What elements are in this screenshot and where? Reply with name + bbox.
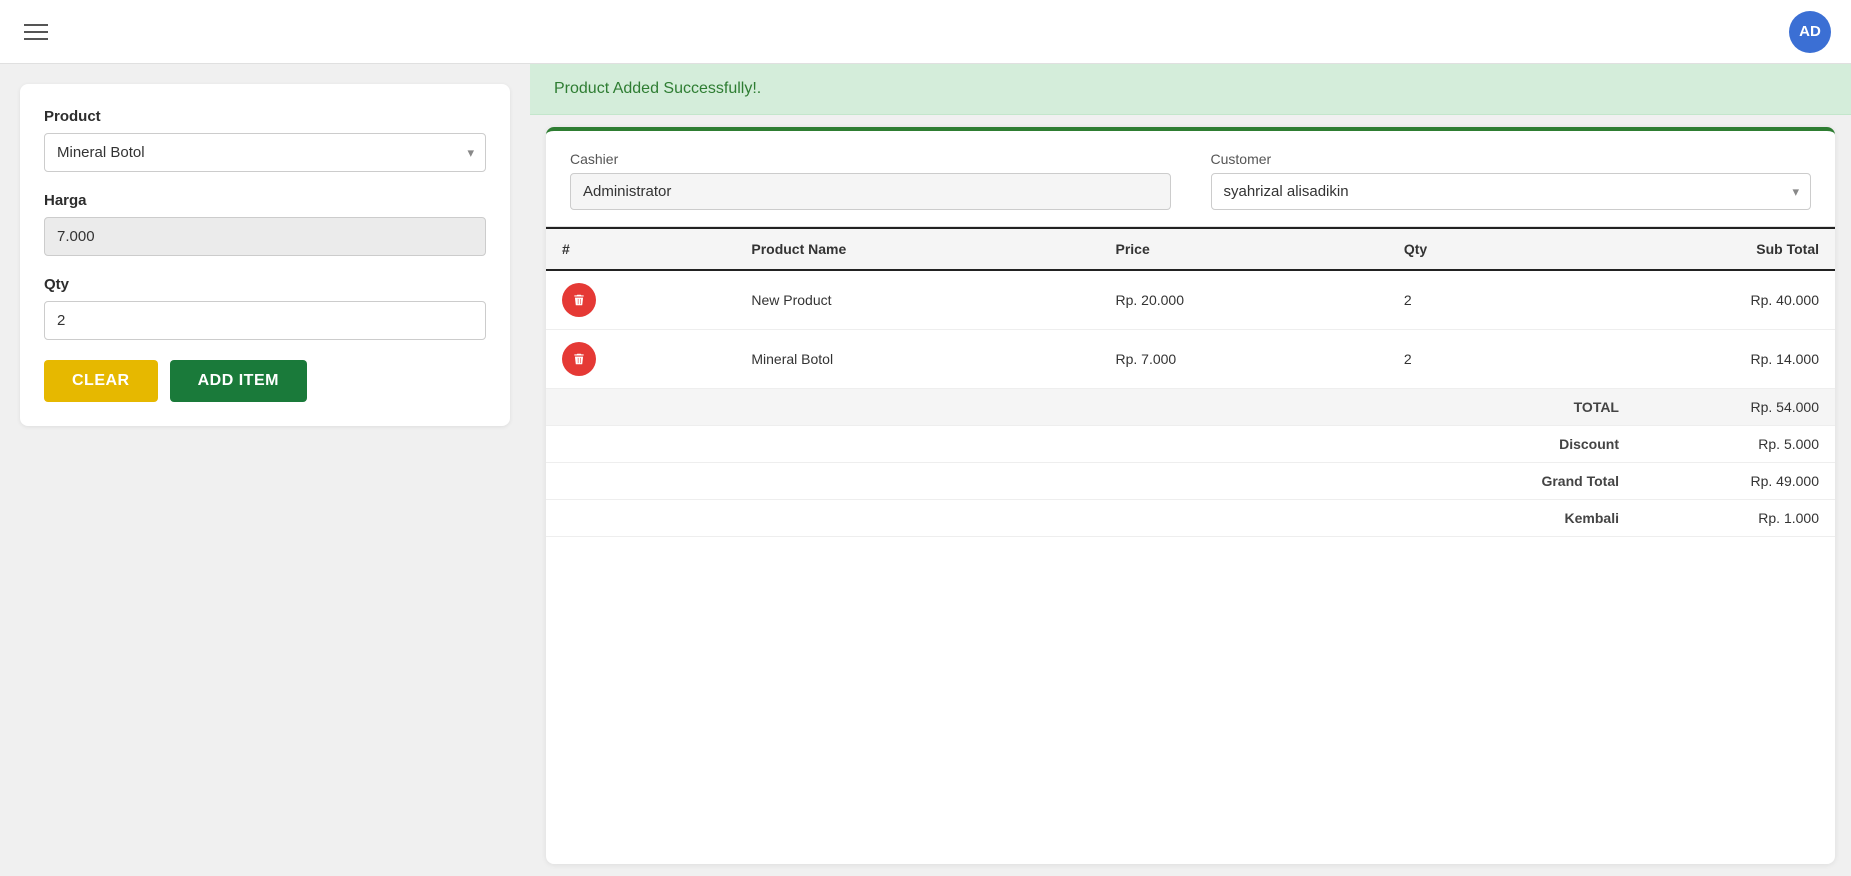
navbar: AD <box>0 0 1851 64</box>
qty-input[interactable] <box>44 301 486 340</box>
kembali-row: Kembali Rp. 1.000 <box>546 500 1835 537</box>
kembali-label: Kembali <box>1499 510 1619 526</box>
discount-value: Rp. 5.000 <box>1699 436 1819 452</box>
kembali-value: Rp. 1.000 <box>1699 510 1819 526</box>
total-value: Rp. 54.000 <box>1699 399 1819 415</box>
row1-delete-cell <box>546 270 735 330</box>
cashier-input <box>570 173 1171 210</box>
top-row: Cashier Customer syahrizal alisadikin ▾ <box>546 131 1835 227</box>
hamburger-menu-icon[interactable] <box>20 20 52 44</box>
col-header-qty: Qty <box>1388 228 1547 270</box>
product-select-wrapper: Mineral Botol ▾ <box>44 133 486 172</box>
harga-label: Harga <box>44 192 486 209</box>
total-label: TOTAL <box>1499 399 1619 415</box>
col-header-subtotal: Sub Total <box>1547 228 1835 270</box>
grand-total-value: Rp. 49.000 <box>1699 473 1819 489</box>
product-group: Product Mineral Botol ▾ <box>44 108 486 172</box>
row2-subtotal: Rp. 14.000 <box>1547 330 1835 389</box>
grand-total-label: Grand Total <box>1499 473 1619 489</box>
col-header-product-name: Product Name <box>735 228 1099 270</box>
trash-icon <box>572 352 586 366</box>
order-card: Cashier Customer syahrizal alisadikin ▾ <box>546 127 1835 864</box>
total-row: TOTAL Rp. 54.000 <box>546 389 1835 426</box>
add-item-button[interactable]: ADD ITEM <box>170 360 307 402</box>
discount-label: Discount <box>1499 436 1619 452</box>
table-header-row: # Product Name Price Qty Sub Total <box>546 228 1835 270</box>
qty-group: Qty <box>44 276 486 340</box>
button-row: CLEAR ADD ITEM <box>44 360 486 402</box>
qty-label: Qty <box>44 276 486 293</box>
cashier-group: Cashier <box>570 151 1171 210</box>
row1-product-name: New Product <box>735 270 1099 330</box>
order-table: # Product Name Price Qty Sub Total <box>546 227 1835 389</box>
table-row: Mineral Botol Rp. 7.000 2 Rp. 14.000 <box>546 330 1835 389</box>
row2-price: Rp. 7.000 <box>1100 330 1388 389</box>
harga-group: Harga <box>44 192 486 256</box>
row1-subtotal: Rp. 40.000 <box>1547 270 1835 330</box>
avatar[interactable]: AD <box>1789 11 1831 53</box>
product-select[interactable]: Mineral Botol <box>44 133 486 172</box>
row1-price: Rp. 20.000 <box>1100 270 1388 330</box>
customer-select[interactable]: syahrizal alisadikin <box>1211 173 1812 210</box>
customer-group: Customer syahrizal alisadikin ▾ <box>1211 151 1812 210</box>
table-row: New Product Rp. 20.000 2 Rp. 40.000 <box>546 270 1835 330</box>
trash-icon <box>572 293 586 307</box>
row1-qty: 2 <box>1388 270 1547 330</box>
form-card: Product Mineral Botol ▾ Harga Qty <box>20 84 510 426</box>
discount-row: Discount Rp. 5.000 <box>546 426 1835 463</box>
row2-product-name: Mineral Botol <box>735 330 1099 389</box>
right-panel: Product Added Successfully!. Cashier Cus… <box>530 64 1851 876</box>
success-banner: Product Added Successfully!. <box>530 64 1851 115</box>
clear-button[interactable]: CLEAR <box>44 360 158 402</box>
delete-row1-button[interactable] <box>562 283 596 317</box>
customer-label: Customer <box>1211 151 1812 167</box>
harga-input[interactable] <box>44 217 486 256</box>
product-label: Product <box>44 108 486 125</box>
delete-row2-button[interactable] <box>562 342 596 376</box>
cashier-label: Cashier <box>570 151 1171 167</box>
success-message: Product Added Successfully!. <box>554 80 761 97</box>
left-panel: Product Mineral Botol ▾ Harga Qty <box>0 64 530 876</box>
col-header-price: Price <box>1100 228 1388 270</box>
grand-total-row: Grand Total Rp. 49.000 <box>546 463 1835 500</box>
customer-select-wrapper: syahrizal alisadikin ▾ <box>1211 173 1812 210</box>
main-layout: Product Mineral Botol ▾ Harga Qty <box>0 64 1851 876</box>
row2-delete-cell <box>546 330 735 389</box>
col-header-hash: # <box>546 228 735 270</box>
row2-qty: 2 <box>1388 330 1547 389</box>
